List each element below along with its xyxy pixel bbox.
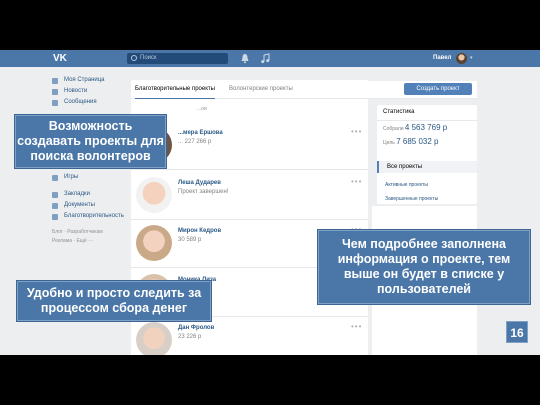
divider — [377, 120, 477, 121]
messages-icon — [52, 99, 58, 106]
table-row[interactable]: Дан Фролов 23 226 р ••• — [131, 320, 368, 355]
filter-text: ...ои — [197, 106, 207, 112]
music-note-icon[interactable] — [260, 53, 270, 64]
document-icon — [52, 202, 58, 209]
project-sum: Проект завершен! — [178, 189, 229, 195]
sidebar-footer-links[interactable]: Блог · Разработчикам — [52, 228, 130, 237]
sidebar-item-documents[interactable]: Документы — [52, 200, 130, 211]
callout-project-info-ranking: Чем подробнее заполнена информация о про… — [318, 230, 530, 304]
project-person-name[interactable]: Леша Дударев — [178, 179, 221, 187]
menu-item-all-projects[interactable]: Все проекты — [377, 161, 477, 173]
sidebar-item-my-page[interactable]: Моя Страница — [52, 75, 130, 86]
goal-value: 7 685 032 р — [396, 137, 439, 146]
sidebar-item-charity[interactable]: Благотворительность — [52, 211, 130, 222]
tab-charity-projects[interactable]: Благотворительные проекты — [135, 81, 215, 99]
collected-label: Собрали — [383, 126, 404, 132]
more-options-icon[interactable]: ••• — [351, 323, 362, 331]
tab-volunteer-projects[interactable]: Волонтерские проекты — [229, 81, 293, 99]
slide-number: 16 — [506, 321, 528, 343]
sidebar-item-label: Игры — [64, 174, 79, 180]
home-icon — [52, 77, 58, 84]
sidebar-item-games[interactable]: Игры — [52, 172, 130, 183]
avatar — [136, 225, 172, 261]
search-placeholder: Поиск — [140, 55, 157, 61]
sidebar-item-messages[interactable]: Сообщения — [52, 97, 130, 108]
chevron-down-icon[interactable]: ▾ — [470, 53, 473, 64]
project-sum: 23 226 р — [178, 334, 202, 340]
goal-label: Цель — [383, 140, 395, 146]
bell-icon[interactable] — [240, 53, 250, 64]
statistics-title: Статистика — [383, 109, 415, 115]
callout-track-fundraising: Удобно и просто следить за процессом сбо… — [17, 281, 211, 321]
bookmark-icon — [52, 191, 58, 198]
avatar — [136, 322, 172, 355]
statistics-panel: Статистика Собрали 4 563 769 р Цель 7 68… — [377, 105, 477, 204]
sidebar-item-news[interactable]: Новости — [52, 86, 130, 97]
more-options-icon[interactable]: ••• — [351, 178, 362, 186]
sidebar-item-label: Закладки — [64, 191, 90, 197]
avatar — [136, 177, 172, 213]
create-project-button[interactable]: Создать проект — [404, 83, 472, 95]
project-sum: ... 227 266 р — [178, 139, 212, 145]
project-person-name[interactable]: Мирон Кедров — [178, 227, 221, 235]
sidebar-item-label: Сообщения — [64, 99, 97, 105]
sidebar-footer-links-2[interactable]: Реклама · Ещё ··· — [52, 237, 130, 246]
callout-volunteer-projects: Возможность создавать проекты для поиска… — [15, 115, 166, 168]
project-person-name[interactable]: ...мера Ершова — [178, 129, 223, 137]
goal-stat: Цель 7 685 032 р — [383, 137, 439, 146]
charity-icon — [52, 213, 58, 220]
top-bar: VK Поиск Павел ▾ — [0, 50, 540, 67]
vk-logo-icon[interactable]: VK — [53, 53, 70, 64]
avatar[interactable] — [456, 53, 467, 64]
sidebar-item-label: Благотворительность — [64, 213, 124, 219]
sidebar-item-label: Документы — [64, 202, 95, 208]
sidebar-item-label: Моя Страница — [64, 77, 105, 83]
table-row[interactable]: ...мера Ершова ... 227 266 р ••• — [131, 125, 368, 170]
menu-item-active-projects[interactable]: Активные проекты — [385, 182, 428, 188]
project-person-name[interactable]: Дан Фролов — [178, 324, 214, 332]
collected-value: 4 563 769 р — [404, 123, 448, 132]
sidebar-item-label: Новости — [64, 88, 88, 94]
sidebar-item-bookmarks[interactable]: Закладки — [52, 189, 130, 200]
user-name[interactable]: Павел — [433, 53, 451, 64]
search-input[interactable]: Поиск — [127, 53, 228, 64]
collected-stat: Собрали 4 563 769 р — [383, 123, 447, 132]
menu-item-finished-projects[interactable]: Завершенные проекты — [385, 196, 438, 202]
games-icon — [52, 174, 58, 181]
news-icon — [52, 88, 58, 95]
search-icon — [131, 55, 137, 61]
project-sum: 30 589 р — [178, 237, 202, 243]
more-options-icon[interactable]: ••• — [351, 128, 362, 136]
table-row[interactable]: Леша Дударев Проект завершен! ••• — [131, 175, 368, 220]
